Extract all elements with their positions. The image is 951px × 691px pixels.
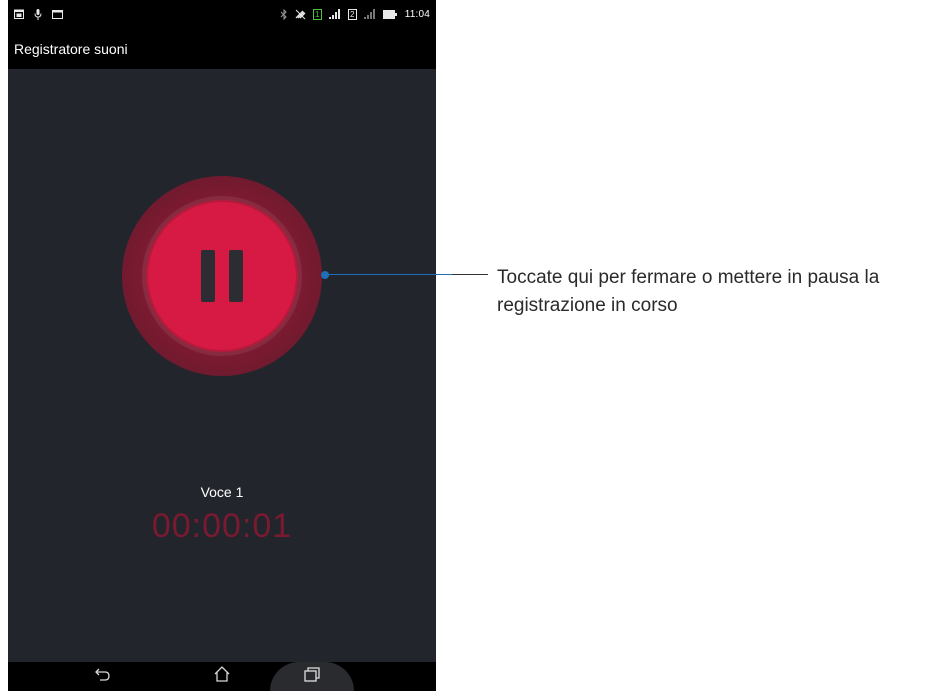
recording-area: Voce 1 00:00:01 (8, 69, 436, 662)
callout-text: Toccate qui per fermare o mettere in pau… (497, 267, 880, 316)
navigation-bar (8, 662, 436, 691)
back-icon (95, 667, 111, 686)
home-button[interactable] (192, 662, 252, 691)
no-sound-icon (295, 9, 306, 20)
pause-icon (201, 250, 243, 302)
status-bar: 1 2 11:04 (8, 0, 436, 28)
battery-icon (382, 9, 398, 19)
page: 1 2 11:04 Registratore suoni Voce 1 00:0… (0, 0, 951, 691)
microphone-icon (34, 8, 42, 20)
status-bar-left (8, 8, 63, 20)
phone-screen: 1 2 11:04 Registratore suoni Voce 1 00:0… (8, 0, 436, 691)
status-time: 11:04 (404, 8, 430, 20)
status-bar-right: 1 2 11:04 (280, 8, 436, 20)
callout-tick (452, 274, 488, 275)
callout-dot (321, 271, 329, 279)
signal-weak-icon (363, 9, 376, 19)
recording-name: Voce 1 (200, 484, 244, 500)
app-bar: Registratore suoni (8, 28, 436, 69)
bluetooth-icon (280, 8, 288, 20)
window-icon (52, 9, 63, 19)
pause-stop-button[interactable] (122, 176, 322, 376)
pause-bar-left (201, 250, 215, 302)
app-title: Registratore suoni (14, 40, 128, 57)
recent-apps-button[interactable] (282, 662, 342, 691)
pause-bar-right (229, 250, 243, 302)
signal-icon (328, 9, 341, 19)
record-button-core[interactable] (146, 200, 298, 352)
calendar-icon (14, 9, 24, 19)
back-button[interactable] (73, 662, 133, 691)
recent-apps-icon (304, 666, 320, 687)
recording-timer: 00:00:01 (151, 507, 293, 545)
sim2-icon: 2 (347, 8, 357, 20)
sim1-icon: 1 (312, 8, 322, 20)
home-icon (213, 666, 231, 687)
